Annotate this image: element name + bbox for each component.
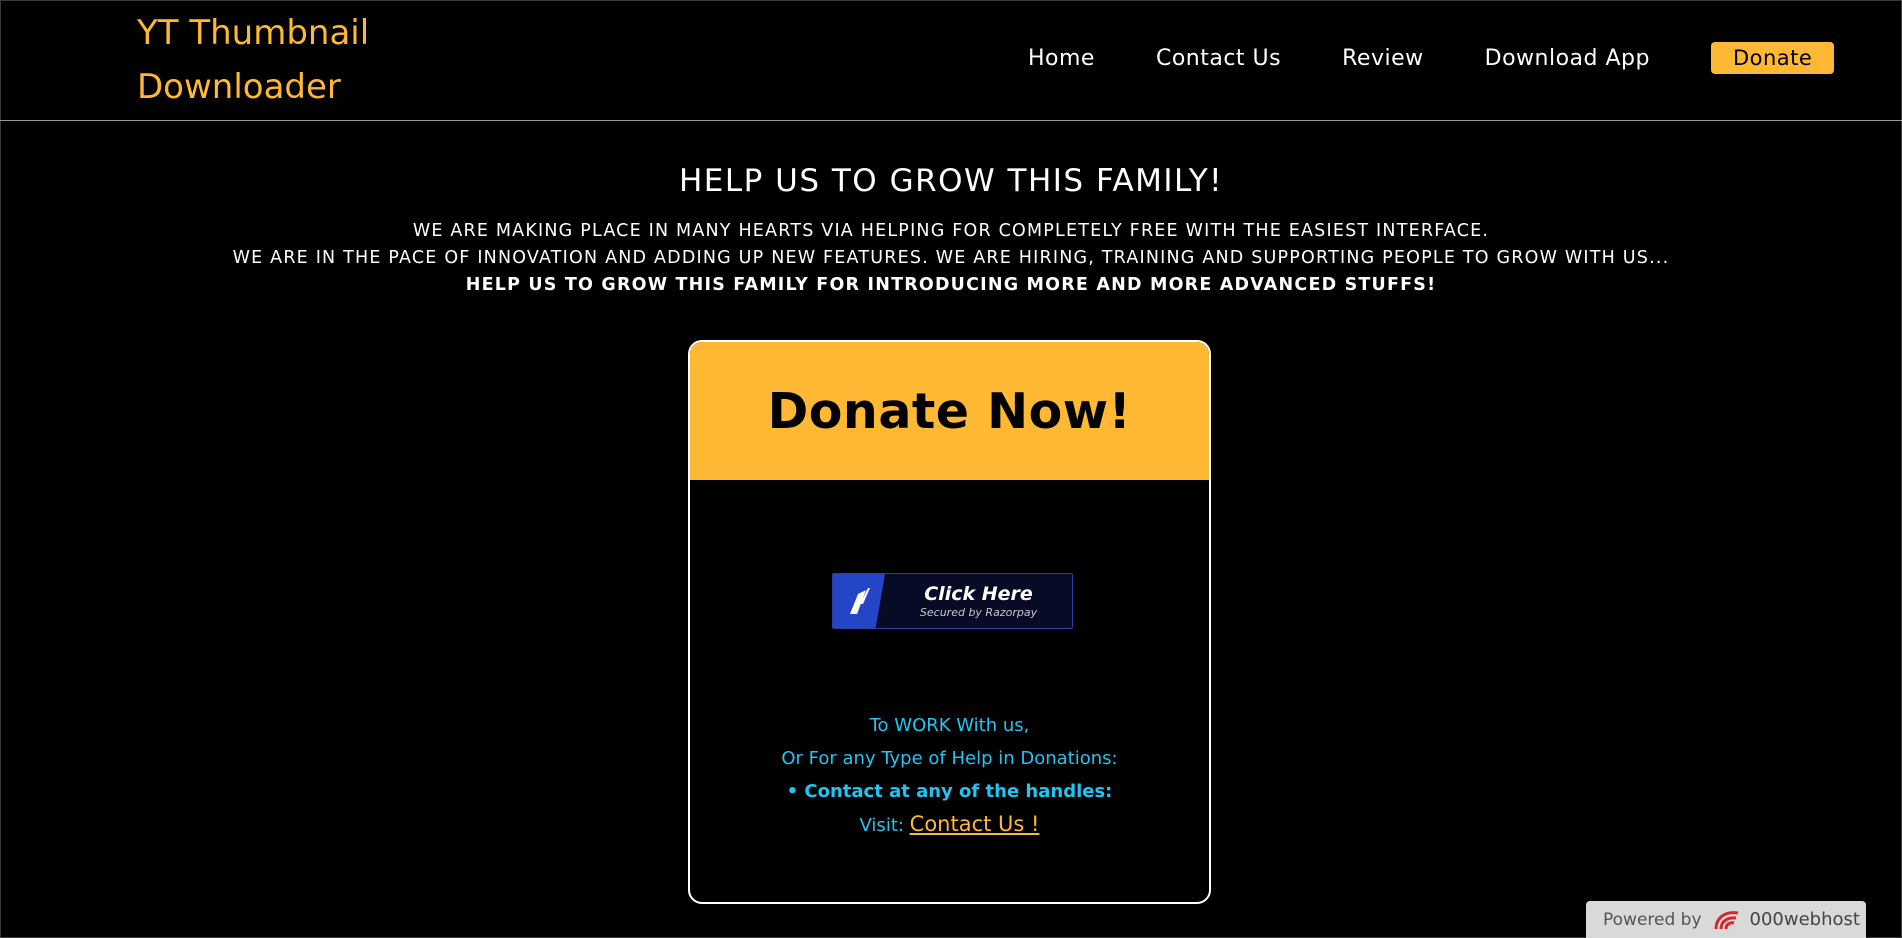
info-line-2: Or For any Type of Help in Donations:: [781, 748, 1118, 769]
contact-us-link[interactable]: Contact Us !: [910, 812, 1040, 836]
contact-info: To WORK With us, Or For any Type of Help…: [690, 709, 1209, 842]
razorpay-logo-icon: [833, 574, 885, 628]
brand-line-2: Downloader: [137, 67, 341, 107]
razorpay-button[interactable]: Click Here Secured by Razorpay: [832, 573, 1073, 629]
info-visit-row: Visit: Contact Us !: [690, 808, 1209, 842]
nav-review[interactable]: Review: [1342, 46, 1424, 71]
nav-contact-us[interactable]: Contact Us: [1156, 46, 1281, 71]
donate-card-header: Donate Now!: [690, 342, 1209, 480]
nav-donate-button[interactable]: Donate: [1710, 42, 1835, 74]
host-name: 000webhost: [1749, 909, 1860, 930]
main-nav: Home Contact Us Review Download App Dona…: [1028, 42, 1835, 74]
hero-title: HELP US TO GROW THIS FAMILY!: [678, 163, 1224, 199]
000webhost-logo-icon: [1712, 907, 1744, 933]
donate-card: Donate Now! Click Here Secured by Razorp…: [688, 340, 1211, 904]
brand-line-1: YT Thumbnail: [137, 13, 370, 53]
nav-home[interactable]: Home: [1028, 46, 1095, 71]
powered-by-label: Powered by: [1603, 909, 1702, 930]
razorpay-text: Click Here Secured by Razorpay: [885, 574, 1072, 628]
razorpay-secured-text: Secured by Razorpay: [919, 606, 1038, 619]
hero-line-3: HELP US TO GROW THIS FAMILY FOR INTRODUC…: [465, 275, 1437, 295]
donate-heading: Donate Now!: [767, 382, 1132, 440]
powered-by-badge[interactable]: Powered by 000webhost: [1586, 901, 1866, 938]
site-logo[interactable]: YT Thumbnail Downloader: [137, 6, 369, 114]
hero-line-2: WE ARE IN THE PACE OF INNOVATION AND ADD…: [232, 248, 1670, 268]
razorpay-label: Click Here: [924, 583, 1033, 605]
site-header: YT Thumbnail Downloader Home Contact Us …: [0, 0, 1902, 121]
info-line-1: To WORK With us,: [869, 715, 1030, 736]
visit-label: Visit:: [859, 815, 904, 836]
info-line-3: • Contact at any of the handles:: [786, 781, 1113, 802]
nav-download-app[interactable]: Download App: [1485, 46, 1650, 71]
hero-description: WE ARE MAKING PLACE IN MANY HEARTS VIA H…: [0, 218, 1902, 299]
hero-line-1: WE ARE MAKING PLACE IN MANY HEARTS VIA H…: [412, 221, 1490, 241]
